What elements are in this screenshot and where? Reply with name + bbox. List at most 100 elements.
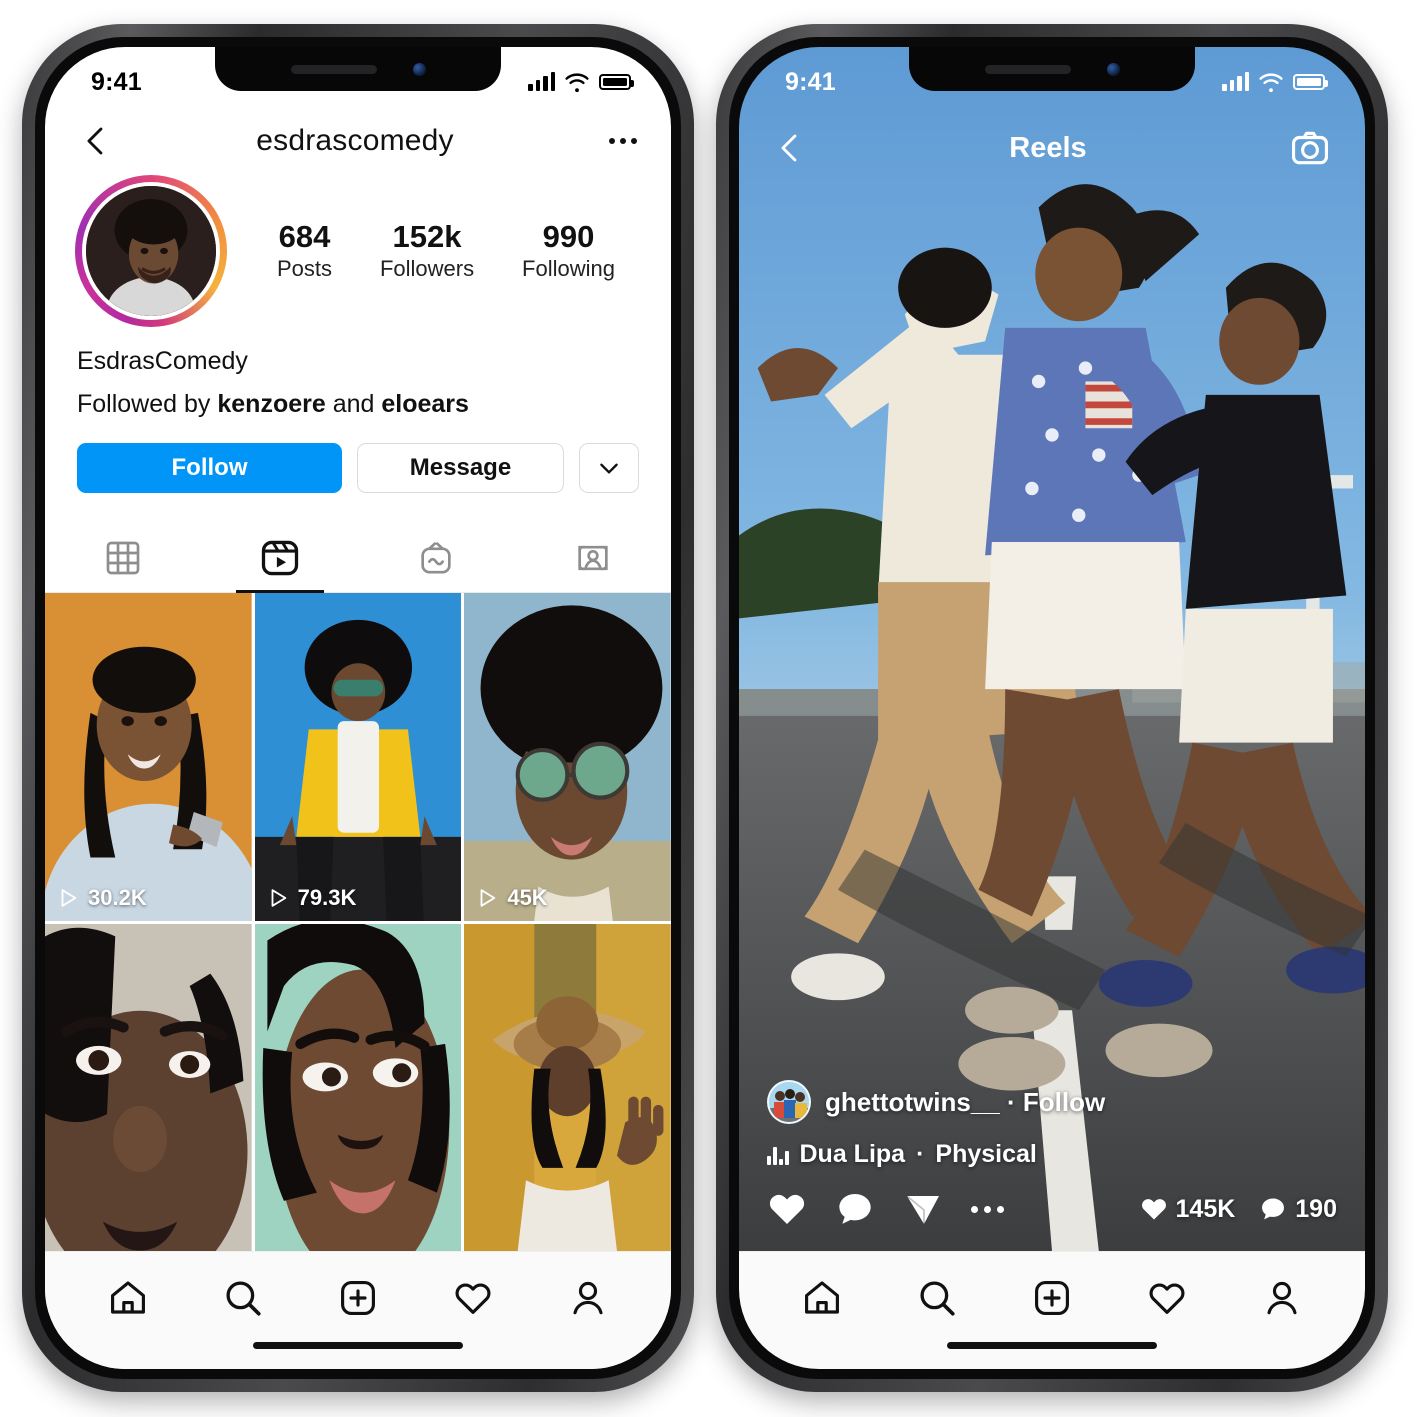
avatar-photo: [86, 186, 216, 316]
chevron-left-icon[interactable]: [79, 124, 113, 158]
reel-comment-count-value: 190: [1295, 1194, 1337, 1223]
grid-cell-1[interactable]: 30.2K: [45, 593, 252, 921]
nav-create[interactable]: [1022, 1268, 1082, 1328]
nav-create[interactable]: [328, 1268, 388, 1328]
more-options-button[interactable]: [579, 443, 639, 493]
tab-tagged[interactable]: [515, 523, 672, 592]
reel-author-avatar[interactable]: [767, 1080, 811, 1124]
bottom-nav-left: [45, 1251, 671, 1369]
grid-icon: [106, 541, 140, 574]
page-title: Reels: [1009, 131, 1087, 164]
chevron-left-icon[interactable]: [773, 131, 807, 165]
reels-grid: 30.2K 79.3K 45K: [45, 593, 671, 1251]
stat-followers-value: 152k: [392, 218, 462, 254]
play-icon: [271, 888, 286, 907]
add-post-icon: [1035, 1281, 1069, 1315]
avatar-story-ring[interactable]: [75, 175, 227, 327]
stat-following-value: 990: [542, 218, 595, 254]
tab-grid[interactable]: [45, 523, 202, 592]
search-icon: [920, 1281, 955, 1316]
wifi-icon: [1259, 73, 1283, 92]
reel-author[interactable]: ghettotwins__ · Follow: [767, 1080, 1337, 1124]
reel-overlay: ghettotwins__ · Follow Dua Lipa · Physic…: [739, 1080, 1365, 1251]
nav-search[interactable]: [907, 1268, 967, 1328]
audio-artist: Dua Lipa: [799, 1140, 906, 1168]
audio-sep: ·: [916, 1140, 925, 1168]
stat-posts[interactable]: 684 Posts: [277, 218, 332, 283]
reel-audio[interactable]: Dua Lipa · Physical: [767, 1140, 1337, 1169]
reel-like-button[interactable]: [767, 1189, 807, 1229]
heart-icon: [1149, 1283, 1185, 1314]
thumbnail-2: [254, 593, 462, 921]
camera-icon[interactable]: [1289, 127, 1331, 169]
tagged-icon: [578, 545, 608, 570]
nav-profile[interactable]: [558, 1268, 618, 1328]
reel-author-name: ghettotwins__ · Follow: [825, 1087, 1105, 1118]
reel-like-count-value: 145K: [1175, 1194, 1236, 1223]
nav-home[interactable]: [792, 1268, 852, 1328]
thumbnail-6: [464, 923, 671, 1251]
phone-right-reels: 9:41 Reels ghettotwins__ · Follow Dua Li…: [716, 24, 1388, 1392]
screenshot-canvas: 9:41 esdrascomedy 684 Posts 152k Followe…: [0, 0, 1417, 1417]
tab-igtv[interactable]: [358, 523, 515, 592]
play-icon: [480, 888, 496, 907]
reel-share-button[interactable]: [903, 1189, 943, 1229]
nav-activity[interactable]: [443, 1268, 503, 1328]
followed-by-user-2[interactable]: eloears: [381, 390, 469, 418]
heart-icon: [1141, 1199, 1166, 1220]
profile-bio: EsdrasComedy Followed by kenzoere and el…: [45, 347, 671, 419]
stat-followers[interactable]: 152k Followers: [380, 218, 474, 283]
tab-reels[interactable]: [202, 523, 359, 594]
followed-by-prefix: Followed by: [77, 390, 218, 418]
profile-display-name: EsdrasComedy: [77, 347, 248, 375]
reels-nav-bar: Reels: [739, 105, 1365, 191]
heart-icon: [455, 1283, 491, 1314]
nav-activity[interactable]: [1137, 1268, 1197, 1328]
reel-sep: ·: [999, 1086, 1023, 1117]
reel-username: ghettotwins__: [825, 1086, 1000, 1117]
reel-follow-link[interactable]: Follow: [1023, 1087, 1105, 1117]
views-3-value: 45K: [507, 884, 548, 910]
grid-cell-4[interactable]: [45, 923, 252, 1251]
status-icons: [528, 72, 634, 92]
followed-by-user-1[interactable]: kenzoere: [217, 390, 325, 418]
reel-left-actions: [767, 1189, 1004, 1229]
grid-cell-6[interactable]: [464, 923, 671, 1251]
earpiece-speaker: [984, 64, 1071, 74]
grid-cell-5[interactable]: [254, 923, 462, 1251]
grid-cell-3[interactable]: 45K: [464, 593, 671, 921]
message-button[interactable]: Message: [357, 443, 564, 493]
thumbnail-5: [254, 923, 462, 1251]
reel-like-count[interactable]: 145K: [1140, 1194, 1236, 1224]
reel-comment-count[interactable]: 190: [1259, 1195, 1337, 1224]
stat-posts-value: 684: [278, 218, 331, 254]
ellipsis-icon[interactable]: [597, 138, 637, 144]
audio-track: Physical: [935, 1140, 1037, 1168]
profile-action-buttons: Follow Message: [45, 443, 671, 493]
chevron-down-icon: [600, 463, 618, 474]
profile-icon: [1267, 1281, 1297, 1315]
reel-comment-button[interactable]: [835, 1189, 875, 1229]
home-indicator: [253, 1342, 463, 1349]
views-2-value: 79.3K: [297, 884, 357, 910]
avatar[interactable]: [82, 182, 220, 320]
reel-stats: 145K 190: [1140, 1195, 1337, 1224]
home-indicator: [947, 1342, 1157, 1349]
thumbnail-4: [45, 923, 252, 1251]
views-2: 79.3K: [267, 884, 357, 911]
bottom-nav-right: [739, 1251, 1365, 1369]
stat-following[interactable]: 990 Following: [522, 218, 615, 283]
reel-more-button[interactable]: [971, 1205, 1004, 1213]
reel-video[interactable]: [739, 47, 1365, 1251]
profile-tab-bar: [45, 523, 672, 594]
search-icon: [226, 1281, 261, 1316]
follow-button[interactable]: Follow: [77, 443, 342, 493]
grid-cell-2[interactable]: 79.3K: [254, 593, 462, 921]
phone-bezel: 9:41 Reels ghettotwins__ · Follow Dua Li…: [729, 37, 1375, 1379]
nav-profile[interactable]: [1252, 1268, 1312, 1328]
views-1-value: 30.2K: [88, 884, 147, 910]
nav-home[interactable]: [98, 1268, 158, 1328]
nav-search[interactable]: [213, 1268, 273, 1328]
reels-screen: 9:41 Reels ghettotwins__ · Follow Dua Li…: [739, 47, 1365, 1369]
battery-icon: [1293, 74, 1328, 90]
